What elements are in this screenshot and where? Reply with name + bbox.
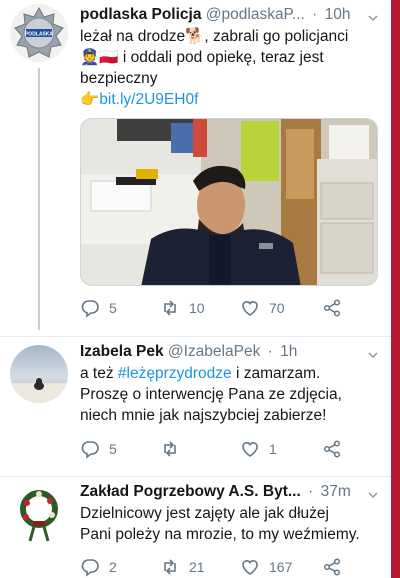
separator-dot: · — [308, 483, 314, 500]
text-span: a też — [80, 365, 118, 382]
tweet-text-line: 👮🇵🇱 i oddali pod opiekę, teraz jest — [80, 49, 324, 66]
reply-icon — [81, 559, 99, 577]
tweet-text-line: Proszę o interwencję Pana ze zdjęcia, — [80, 386, 342, 403]
tweet-actions: 2 21 167 — [80, 555, 380, 578]
timestamp[interactable]: 10h — [325, 6, 351, 23]
timestamp[interactable]: 1h — [280, 343, 297, 360]
chevron-down-icon[interactable] — [367, 12, 379, 24]
separator-dot: · — [267, 343, 273, 360]
police-badge-icon: PODLASKA — [14, 6, 64, 58]
author-handle[interactable]: @podlaskaP... — [206, 6, 305, 23]
badge-text: PODLASKA — [25, 32, 53, 38]
share-button[interactable] — [322, 296, 351, 320]
reply-button[interactable]: 5 — [80, 296, 117, 320]
tweet-actions: 5 1 — [80, 437, 380, 461]
wreath-icon — [20, 490, 58, 542]
retweet-icon — [164, 300, 176, 316]
tweet-text-line: Pani poleży na mrozie, to my weźmiemy. — [80, 526, 360, 543]
reply-count: 5 — [109, 300, 117, 316]
tweet-photo[interactable] — [80, 118, 378, 286]
avatar-person-silhouette — [10, 378, 68, 403]
tweet-text: Dzielnicowy jest zajęty ale jak dłużej P… — [80, 503, 377, 545]
heart-icon — [242, 442, 258, 457]
retweet-button[interactable]: 21 — [160, 555, 205, 578]
tweet-text-line: leżał na drodze🐕, zabrali go policjanci — [80, 28, 349, 45]
tweet-text: leżał na drodze🐕, zabrali go policjanci … — [80, 26, 377, 110]
tweet[interactable]: PODLASKA podlaska Policja @podlaskaP... … — [0, 0, 391, 328]
share-icon — [323, 299, 341, 317]
like-count: 167 — [269, 559, 293, 575]
chevron-down-icon[interactable] — [367, 349, 379, 361]
tweet-header: Zakład Pogrzebowy A.S. Byt... · 37m — [80, 483, 383, 505]
share-icon — [323, 558, 341, 576]
tweet[interactable]: Zakład Pogrzebowy A.S. Byt... · 37m Dzie… — [0, 476, 391, 578]
tweet-link[interactable]: 👉bit.ly/2U9EH0f — [80, 89, 377, 110]
window-edge — [391, 0, 400, 578]
hashtag-link[interactable]: #leżęprzydrodze — [118, 365, 232, 382]
heart-icon — [242, 560, 258, 575]
like-button[interactable]: 70 — [240, 296, 285, 320]
chevron-down-icon[interactable] — [367, 489, 379, 501]
share-icon — [323, 440, 341, 458]
tweet-text-line: a też #leżęprzydrodze i zamarzam. — [80, 363, 377, 384]
retweet-icon — [164, 441, 176, 457]
reply-button[interactable]: 5 — [80, 437, 117, 461]
timestamp[interactable]: 37m — [321, 483, 351, 500]
separator-dot: · — [312, 6, 318, 23]
like-button[interactable]: 1 — [240, 437, 277, 461]
retweet-count: 21 — [189, 559, 205, 575]
reply-count: 5 — [109, 441, 117, 457]
text-span: i zamarzam. — [231, 365, 321, 382]
tweet-text-line: bezpieczny — [80, 70, 158, 87]
reply-icon — [81, 441, 99, 459]
reply-icon — [81, 300, 99, 318]
tweet-header: Izabela Pek @IzabelaPek · 1h — [80, 343, 383, 365]
retweet-count: 10 — [189, 300, 205, 316]
tweet-header: podlaska Policja @podlaskaP... · 10h — [80, 6, 383, 28]
tweet-actions: 5 10 70 — [80, 296, 380, 320]
photo-officer-with-dog — [81, 119, 377, 285]
like-count: 70 — [269, 300, 285, 316]
author-name[interactable]: Zakład Pogrzebowy A.S. Byt... — [80, 483, 301, 500]
retweet-button[interactable] — [160, 437, 189, 461]
share-button[interactable] — [322, 555, 351, 578]
retweet-icon — [164, 559, 176, 575]
like-count: 1 — [269, 441, 277, 457]
tweet-text-line: niech mnie jak najszybciej zabierze! — [80, 407, 327, 424]
avatar[interactable] — [10, 345, 68, 403]
tweet[interactable]: Izabela Pek @IzabelaPek · 1h a też #leżę… — [0, 336, 391, 468]
share-button[interactable] — [322, 437, 351, 461]
reply-count: 2 — [109, 559, 117, 575]
avatar[interactable]: PODLASKA — [10, 4, 68, 62]
author-name[interactable]: podlaska Policja — [80, 6, 201, 23]
author-name[interactable]: Izabela Pek — [80, 343, 164, 360]
heart-icon — [242, 301, 258, 316]
avatar[interactable] — [10, 485, 68, 543]
tweet-text: a też #leżęprzydrodze i zamarzam. Proszę… — [80, 363, 377, 426]
tweet-text-line: Dzielnicowy jest zajęty ale jak dłużej — [80, 505, 329, 522]
reply-button[interactable]: 2 — [80, 555, 117, 578]
retweet-button[interactable]: 10 — [160, 296, 205, 320]
author-handle[interactable]: @IzabelaPek — [168, 343, 260, 360]
like-button[interactable]: 167 — [240, 555, 292, 578]
